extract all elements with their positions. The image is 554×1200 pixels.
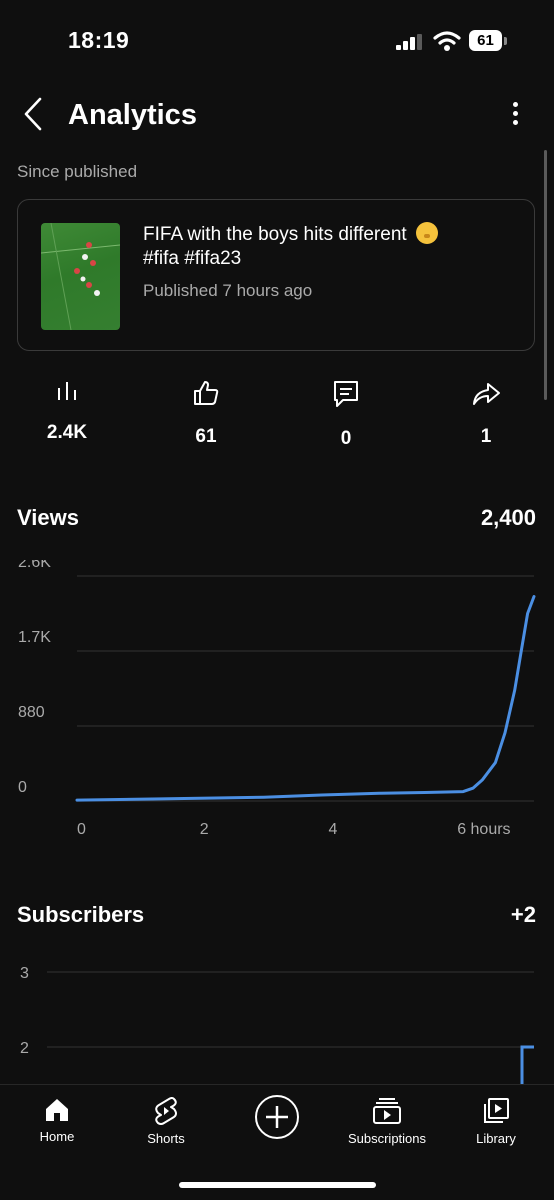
views-x-tick-label: 4: [328, 821, 337, 838]
subscribers-y-tick-label: 3: [20, 965, 29, 982]
home-icon: [46, 1099, 68, 1121]
likes-count: 61: [195, 426, 217, 447]
library-icon: [484, 1098, 509, 1123]
video-thumbnail[interactable]: [41, 223, 120, 330]
views-y-tick-label: 880: [18, 704, 45, 721]
views-y-tick-label: 2.6K: [18, 560, 51, 571]
views-x-tick-label: 0: [77, 821, 86, 838]
stat-shares: 1: [436, 380, 536, 448]
cellular-signal-icon: [396, 34, 422, 50]
more-options-button[interactable]: [500, 98, 530, 130]
nav-shorts-label: Shorts: [147, 1131, 185, 1146]
since-published-label: Since published: [17, 162, 138, 181]
comment-icon: [334, 381, 358, 407]
analytics-screen: 18:19 61 Analytics Since published FIFA …: [0, 0, 554, 1200]
video-hashtags: #fifa #fifa23: [143, 248, 242, 269]
nav-library-label: Library: [476, 1131, 516, 1146]
subscribers-chart: 32: [20, 965, 534, 1084]
views-x-tick-label: 6 hours: [457, 821, 510, 838]
nav-home-label: Home: [39, 1129, 75, 1144]
home-indicator[interactable]: [179, 1182, 376, 1188]
stat-views: 2.4K: [17, 380, 117, 444]
views-x-tick-label: 2: [200, 821, 209, 838]
nav-shorts[interactable]: Shorts: [111, 1097, 221, 1146]
shushing-face-emoji-icon: [415, 222, 438, 244]
subscribers-y-tick-label: 2: [20, 1040, 29, 1057]
views-series-line: [75, 595, 536, 802]
battery-tip: [504, 37, 507, 45]
football-pitch-image: [41, 223, 120, 330]
nav-subscriptions[interactable]: Subscriptions: [332, 1097, 442, 1146]
subscriptions-icon: [373, 1098, 401, 1124]
subscribers-series-line: [520, 1045, 534, 1084]
views-bar-icon: [58, 382, 76, 400]
status-time: 18:19: [68, 27, 130, 53]
share-icon: [473, 383, 500, 405]
views-chart: 2.6K 1.7K 880 0 0 2 4 6 hours: [18, 560, 536, 838]
views-total: 2,400: [480, 505, 536, 530]
video-title[interactable]: FIFA with the boys hits different #fifa …: [143, 222, 513, 271]
nav-subscriptions-label: Subscriptions: [347, 1131, 427, 1146]
views-y-tick-label: 0: [18, 779, 27, 796]
create-button[interactable]: [254, 1094, 300, 1140]
views-heading: Views: [17, 505, 79, 530]
views-count: 2.4K: [46, 422, 88, 443]
shorts-icon: [155, 1097, 177, 1125]
more-vertical-icon: [512, 102, 518, 107]
nav-home[interactable]: Home: [2, 1097, 112, 1144]
thumbs-up-icon: [194, 381, 219, 405]
stat-likes: 61: [156, 380, 256, 448]
shares-count: 1: [480, 426, 492, 447]
page-title: Analytics: [68, 99, 197, 131]
subscribers-total: +2: [510, 902, 536, 927]
scrollbar[interactable]: [544, 150, 547, 400]
chevron-left-icon: [24, 97, 42, 131]
nav-library[interactable]: Library: [441, 1097, 551, 1146]
video-card[interactable]: FIFA with the boys hits different #fifa …: [17, 199, 535, 351]
video-title-text: FIFA with the boys hits different: [143, 224, 407, 245]
subscribers-heading: Subscribers: [17, 902, 145, 927]
comments-count: 0: [340, 428, 352, 449]
wifi-icon: [433, 31, 461, 51]
battery-level: 61: [469, 30, 502, 51]
back-button[interactable]: [18, 96, 50, 132]
views-y-tick-label: 1.7K: [18, 629, 51, 646]
stat-comments: 0: [296, 380, 396, 450]
published-time: Published 7 hours ago: [143, 281, 313, 300]
